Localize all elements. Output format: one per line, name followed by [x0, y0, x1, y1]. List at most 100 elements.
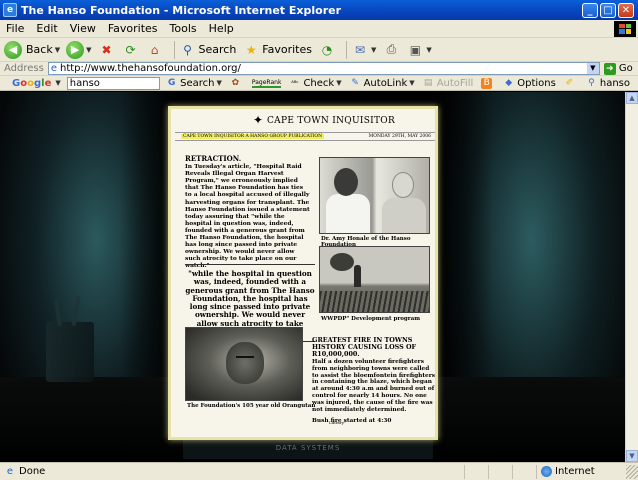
address-label: Address	[4, 63, 44, 74]
menu-bar: File Edit View Favorites Tools Help	[0, 20, 638, 38]
back-button[interactable]: ◀ Back ▼	[4, 40, 60, 59]
star-icon: ★	[245, 42, 257, 57]
search-term-label: hanso	[599, 77, 630, 89]
spell-check-button[interactable]: ᴬᴮᶜ Check ▼	[289, 78, 341, 89]
orangutan-caption: The Foundation's 105 year old Orangutan	[187, 403, 316, 409]
favorites-label: Favorites	[262, 43, 312, 56]
maximize-button[interactable]: □	[600, 2, 616, 18]
status-text: Done	[19, 466, 46, 477]
page-status-icon: e	[6, 465, 14, 477]
menu-view[interactable]: View	[64, 22, 102, 35]
search-term-icon: ⚲	[588, 77, 595, 88]
autolink-icon: ✎	[351, 77, 359, 88]
menu-favorites[interactable]: Favorites	[102, 22, 164, 35]
popup-blocker-icon: ✿	[231, 77, 240, 88]
scroll-down-icon[interactable]: ▼	[626, 450, 638, 462]
favorites-button[interactable]: ★ Favorites	[242, 41, 312, 59]
stop-icon: ✖	[101, 42, 112, 57]
google-logo[interactable]: Google	[12, 78, 51, 89]
google-search-input[interactable]: hanso	[66, 76, 161, 90]
chevron-down-icon[interactable]: ▼	[409, 79, 414, 87]
chevron-down-icon[interactable]: ▼	[55, 46, 60, 54]
menu-file[interactable]: File	[0, 22, 30, 35]
history-button[interactable]: ◔	[318, 41, 336, 59]
development-caption: WWPDP" Development program	[321, 316, 421, 322]
status-panel	[512, 464, 536, 479]
pagerank-label: PageRank	[251, 78, 282, 88]
google-g-icon: G	[167, 77, 176, 88]
chevron-down-icon[interactable]: ▼	[55, 79, 60, 87]
autofill-button[interactable]: ▤ AutoFill	[423, 77, 474, 89]
history-icon: ◔	[321, 42, 333, 57]
pagerank-indicator[interactable]: PageRank	[251, 78, 282, 88]
stop-button[interactable]: ✖	[98, 41, 116, 59]
search-button[interactable]: ⚲ Search	[179, 41, 236, 59]
address-url[interactable]: http://www.thehansofoundation.org/	[60, 63, 587, 74]
chevron-down-icon[interactable]: ▼	[371, 46, 376, 54]
ie-icon: e	[3, 3, 17, 17]
options-button[interactable]: ◆ Options	[503, 78, 556, 89]
check-label: Check	[303, 77, 335, 89]
popup-blocker-button[interactable]: ✿	[230, 78, 244, 89]
highlighter-icon: ✐	[565, 77, 574, 88]
blogger-icon: B	[481, 77, 493, 89]
page-icon: e	[50, 63, 57, 74]
close-button[interactable]: ✕	[618, 2, 634, 18]
spellcheck-icon: ᴬᴮᶜ	[291, 79, 299, 87]
menu-tools[interactable]: Tools	[164, 22, 203, 35]
menu-help[interactable]: Help	[203, 22, 240, 35]
address-bar: Address e http://www.thehansofoundation.…	[0, 62, 638, 76]
forward-button[interactable]: ▶ ▼	[66, 40, 92, 59]
print-button[interactable]: ⎙	[382, 41, 400, 59]
orangutan-photo[interactable]	[185, 327, 303, 401]
blogger-button[interactable]: B	[481, 77, 495, 89]
menu-edit[interactable]: Edit	[30, 22, 63, 35]
chevron-down-icon[interactable]: ▼	[86, 46, 91, 54]
bird-logo-icon: ✦	[253, 113, 264, 127]
status-panel	[464, 464, 488, 479]
status-bar: e Done Internet	[0, 462, 638, 480]
status-panel	[488, 464, 512, 479]
autolink-button[interactable]: ✎ AutoLink ▼	[350, 77, 414, 89]
development-photo[interactable]	[319, 246, 430, 313]
window-title: The Hanso Foundation - Microsoft Interne…	[21, 3, 342, 17]
printer-icon: ⎙	[386, 42, 397, 56]
publication-date: MONDAY 29TH, MAY 2006	[368, 134, 431, 139]
toolbar-divider	[346, 40, 347, 59]
highlight-button[interactable]: ✐	[564, 78, 578, 89]
autofill-icon: ▤	[423, 77, 433, 88]
forward-arrow-icon: ▶	[66, 40, 85, 59]
mail-button[interactable]: ✉ ▼	[351, 41, 376, 59]
google-toolbar: Google ▼ hanso G Search ▼ ✿ PageRank ᴬᴮᶜ…	[0, 76, 638, 91]
edit-page-icon: ▣	[409, 42, 422, 57]
vertical-scrollbar[interactable]: ▲ ▼	[625, 92, 638, 462]
newspaper-page[interactable]: ✦ CAPE TOWN INQUISITOR CAPE TOWN INQUISI…	[168, 106, 438, 440]
chevron-down-icon[interactable]: ▼	[426, 46, 431, 54]
go-button[interactable]: ➜ Go	[603, 62, 633, 75]
resize-grip-icon[interactable]	[626, 464, 638, 479]
publication-line: CAPE TOWN INQUISITOR A HANSO GROUP PUBLI…	[181, 134, 325, 139]
publication-strip: CAPE TOWN INQUISITOR A HANSO GROUP PUBLI…	[175, 132, 435, 141]
chevron-down-icon[interactable]: ▼	[217, 79, 222, 87]
refresh-icon: ⟳	[125, 42, 136, 57]
address-dropdown-icon[interactable]: ▼	[586, 63, 599, 74]
google-search-button[interactable]: G Search ▼	[166, 78, 222, 89]
standard-toolbar: ◀ Back ▼ ▶ ▼ ✖ ⟳ ⌂ ⚲ Search ★ Favorites …	[0, 38, 638, 62]
edit-button[interactable]: ▣ ▼	[406, 41, 432, 59]
title-bar: e The Hanso Foundation - Microsoft Inter…	[0, 0, 638, 20]
scroll-up-icon[interactable]: ▲	[626, 92, 638, 104]
minimize-button[interactable]: _	[582, 2, 598, 18]
doctors-photo[interactable]	[319, 157, 430, 234]
chevron-down-icon[interactable]: ▼	[336, 79, 341, 87]
home-button[interactable]: ⌂	[146, 41, 164, 59]
autolink-label: AutoLink	[363, 77, 408, 89]
retraction-body: In Tuesday's article, "Hospital Raid Rev…	[185, 163, 310, 270]
pen-holder	[46, 322, 94, 382]
page-footer-text: Library"	[329, 420, 346, 425]
autofill-label: AutoFill	[436, 77, 474, 89]
refresh-button[interactable]: ⟳	[122, 41, 140, 59]
address-input[interactable]: e http://www.thehansofoundation.org/ ▼	[47, 62, 600, 75]
search-term-button[interactable]: ⚲ hanso	[586, 78, 630, 89]
retraction-heading: RETRACTION.	[185, 154, 242, 163]
mail-icon: ✉	[354, 42, 366, 57]
